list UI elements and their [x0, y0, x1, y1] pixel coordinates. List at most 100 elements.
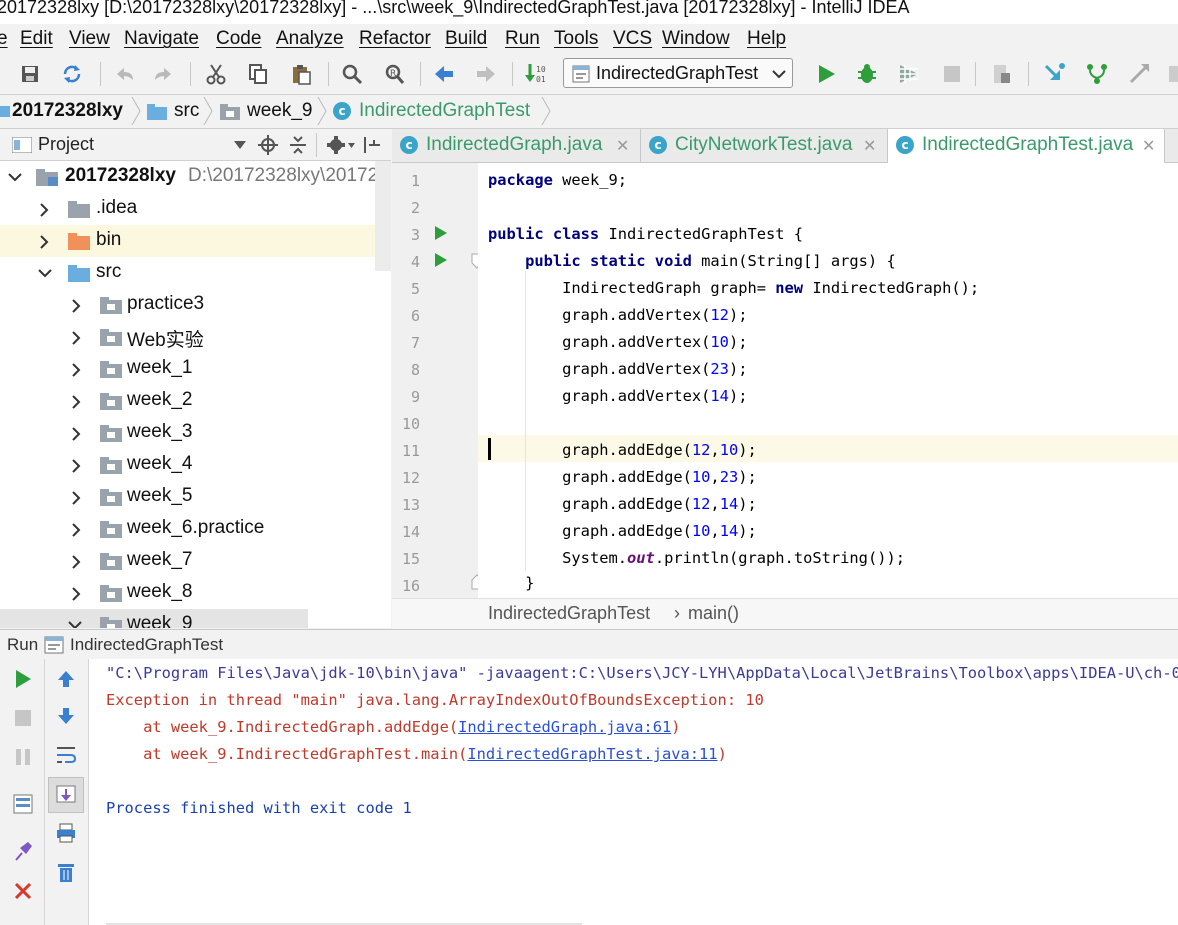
breadcrumb-project[interactable]: 20172328lxy — [12, 100, 123, 122]
tree-item-week3[interactable]: week_3 — [0, 417, 391, 449]
tab-city-network-test[interactable]: c CityNetworkTest.java ✕ — [641, 129, 888, 162]
chevron-right-icon[interactable] — [72, 299, 81, 313]
tree-item-week6[interactable]: week_6.practice — [0, 513, 391, 545]
stop-icon[interactable] — [9, 704, 37, 732]
rerun-icon[interactable] — [9, 665, 37, 693]
chevron-down-icon[interactable] — [8, 173, 22, 182]
tree-item-week9[interactable]: week_9 — [0, 609, 308, 628]
close-icon[interactable]: ✕ — [616, 136, 629, 156]
dropdown-arrow-icon[interactable] — [234, 141, 246, 149]
pause-icon[interactable] — [9, 743, 37, 771]
vcs-update-icon[interactable] — [1040, 60, 1068, 88]
trash-icon[interactable] — [52, 858, 80, 886]
breadcrumb-file[interactable]: IndirectedGraphTest — [359, 100, 530, 122]
undo-icon[interactable] — [110, 60, 138, 88]
vcs-compare-icon[interactable] — [1125, 60, 1153, 88]
save-icon[interactable] — [16, 60, 44, 88]
tree-root[interactable]: 20172328lxy D:\20172328lxy\20172328lxy — [0, 161, 391, 193]
cut-icon[interactable] — [202, 60, 230, 88]
run-config-tab[interactable]: IndirectedGraphTest — [70, 635, 223, 655]
menu-build[interactable]: Build — [445, 28, 487, 50]
soft-wrap-icon[interactable] — [52, 741, 80, 769]
code-editor[interactable]: package week_9; public class IndirectedG… — [478, 163, 1178, 598]
run-gutter-icon[interactable] — [434, 225, 448, 241]
chevron-down-icon[interactable] — [68, 621, 82, 628]
chevron-right-icon[interactable] — [72, 491, 81, 505]
stack-frame-link[interactable]: IndirectedGraphTest.java:11 — [467, 745, 717, 763]
back-icon[interactable] — [430, 60, 458, 88]
menu-analyze[interactable]: Analyze — [276, 28, 344, 50]
down-arrow-icon[interactable] — [52, 702, 80, 730]
up-arrow-icon[interactable] — [52, 665, 80, 693]
tree-item-week7[interactable]: week_7 — [0, 545, 391, 577]
console-output[interactable]: "C:\Program Files\Java\jdk-10\bin\java" … — [89, 659, 1178, 925]
run-configuration-select[interactable]: IndirectedGraphTest — [563, 58, 793, 88]
tab-indirected-graph-test[interactable]: c IndirectedGraphTest.java ✕ — [888, 129, 1165, 163]
debug-icon[interactable] — [853, 60, 881, 88]
chevron-right-icon[interactable] — [72, 395, 81, 409]
crumb-class[interactable]: IndirectedGraphTest — [488, 603, 650, 624]
chevron-right-icon[interactable] — [40, 203, 49, 217]
run-panel-title[interactable]: Run — [7, 635, 38, 655]
project-structure-icon[interactable] — [988, 60, 1016, 88]
sync-icon[interactable] — [58, 60, 86, 88]
chevron-right-icon[interactable] — [72, 587, 81, 601]
pin-icon[interactable] — [9, 837, 37, 865]
menu-edit[interactable]: Edit — [20, 28, 53, 50]
replace-icon[interactable]: R — [380, 60, 408, 88]
menu-window[interactable]: Window — [662, 28, 730, 50]
close-icon[interactable] — [9, 877, 37, 905]
breadcrumb-src[interactable]: src — [174, 100, 199, 122]
coverage-icon[interactable] — [895, 60, 923, 88]
tab-indirected-graph[interactable]: c IndirectedGraph.java ✕ — [392, 129, 641, 162]
tree-item-web[interactable]: Web实验 — [0, 321, 391, 353]
scroll-to-end-icon[interactable] — [52, 781, 80, 809]
copy-icon[interactable] — [244, 60, 272, 88]
menu-help[interactable]: Help — [747, 28, 786, 50]
menu-refactor[interactable]: Refactor — [359, 28, 431, 50]
chevron-right-icon[interactable] — [72, 555, 81, 569]
stop-icon[interactable] — [938, 60, 966, 88]
tree-item-src[interactable]: src — [0, 257, 391, 289]
chevron-right-icon[interactable] — [72, 363, 81, 377]
build-project-icon[interactable]: 10 01 — [522, 60, 550, 88]
tree-item-week5[interactable]: week_5 — [0, 481, 391, 513]
vcs-commit-icon[interactable] — [1083, 60, 1111, 88]
locate-icon[interactable] — [258, 135, 278, 155]
chevron-right-icon[interactable] — [72, 427, 81, 441]
menu-view[interactable]: View — [69, 28, 110, 50]
find-icon[interactable] — [338, 60, 366, 88]
crumb-method[interactable]: main() — [688, 603, 739, 624]
chevron-right-icon[interactable] — [72, 459, 81, 473]
close-icon[interactable]: ✕ — [1142, 136, 1155, 156]
chevron-right-icon[interactable] — [72, 523, 81, 537]
tree-item-practice3[interactable]: practice3 — [0, 289, 391, 321]
stack-frame-link[interactable]: IndirectedGraph.java:61 — [458, 718, 671, 736]
tree-item-bin[interactable]: bin — [0, 225, 375, 257]
redo-icon[interactable] — [150, 60, 178, 88]
run-icon[interactable] — [812, 60, 840, 88]
forward-icon[interactable] — [472, 60, 500, 88]
project-panel-title[interactable]: Project — [38, 134, 94, 155]
menu-run[interactable]: Run — [505, 28, 540, 50]
menu-tools[interactable]: Tools — [554, 28, 598, 50]
gear-icon[interactable] — [326, 134, 356, 156]
chevron-right-icon[interactable] — [40, 235, 49, 249]
paste-icon[interactable] — [287, 60, 315, 88]
collapse-all-icon[interactable] — [288, 135, 308, 155]
tree-item-idea[interactable]: .idea — [0, 193, 391, 225]
run-gutter-icon[interactable] — [434, 252, 448, 268]
vcs-history-icon[interactable] — [1163, 60, 1178, 88]
close-icon[interactable]: ✕ — [863, 136, 876, 156]
menu-vcs[interactable]: VCS — [613, 28, 652, 50]
menu-code[interactable]: Code — [216, 28, 261, 50]
tree-item-week4[interactable]: week_4 — [0, 449, 391, 481]
breadcrumb-package[interactable]: week_9 — [247, 100, 313, 122]
menu-file[interactable]: e — [0, 28, 8, 50]
chevron-right-icon[interactable] — [72, 331, 81, 345]
hide-panel-icon[interactable] — [362, 135, 382, 155]
tree-item-week8[interactable]: week_8 — [0, 577, 391, 609]
menu-navigate[interactable]: Navigate — [124, 28, 199, 50]
dump-threads-icon[interactable] — [9, 790, 37, 818]
print-icon[interactable] — [52, 819, 80, 847]
